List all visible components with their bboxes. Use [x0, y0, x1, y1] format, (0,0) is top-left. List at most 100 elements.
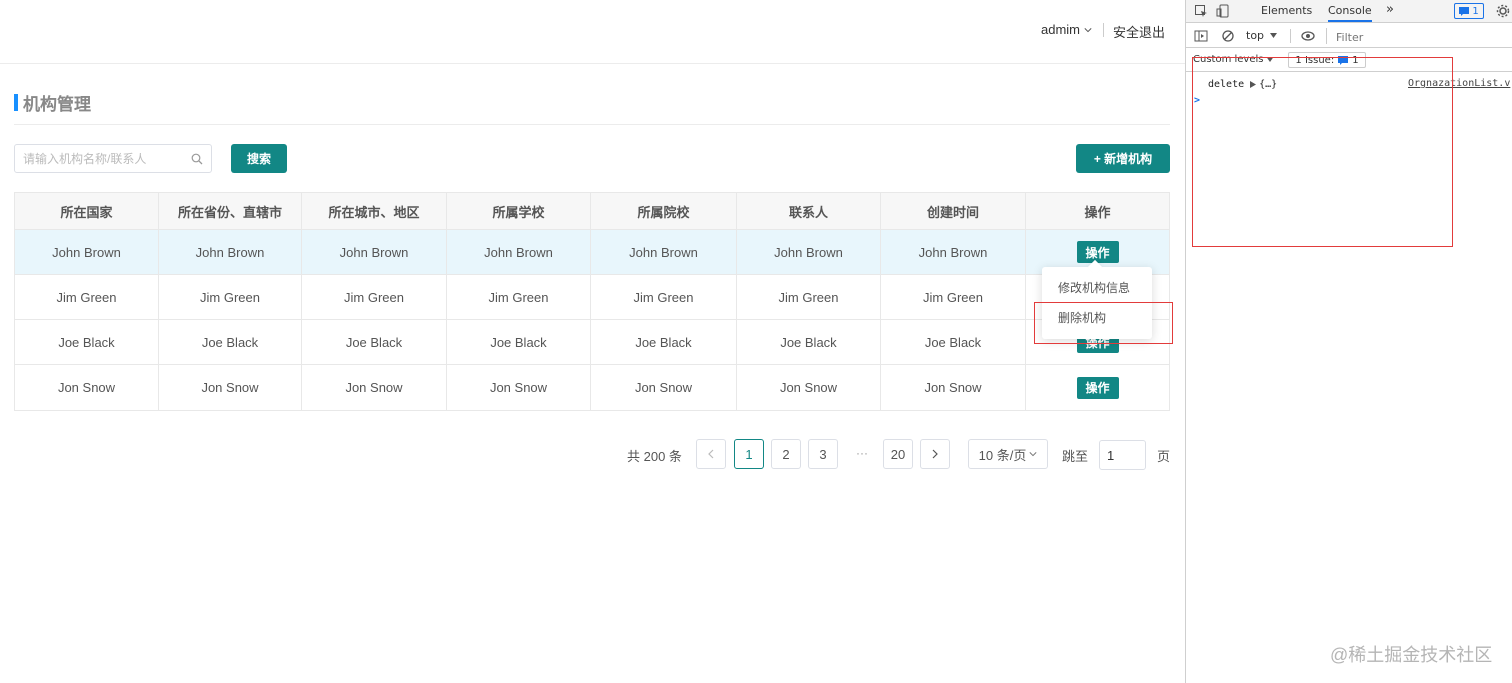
table-cell: Jim Green — [881, 275, 1026, 319]
page-title-text: 机构管理 — [23, 94, 91, 114]
table-cell: Jim Green — [302, 275, 447, 319]
username: admim — [1041, 22, 1081, 37]
chevron-down-icon — [1084, 27, 1092, 32]
table-cell: John Brown — [737, 230, 881, 274]
search-box — [14, 144, 212, 173]
column-header: 所属学校 — [447, 193, 591, 229]
issues-count: 1 — [1352, 54, 1359, 66]
row-action-button[interactable]: 操作 — [1076, 241, 1119, 263]
gear-icon[interactable] — [1496, 4, 1510, 18]
table-cell: Jim Green — [447, 275, 591, 319]
table-row: Jon Snow Jon Snow Jon Snow Jon Snow Jon … — [15, 365, 1169, 410]
eye-icon[interactable] — [1301, 29, 1315, 43]
watermark: @稀土掘金技术社区 — [1330, 645, 1493, 665]
page-button-3[interactable]: 3 — [808, 439, 838, 469]
log-levels-label: Custom levels — [1193, 54, 1264, 65]
column-header: 所在国家 — [15, 193, 159, 229]
page-button-20[interactable]: 20 — [883, 439, 913, 469]
table-cell: John Brown — [447, 230, 591, 274]
column-header: 所在城市、地区 — [302, 193, 447, 229]
log-levels-dropdown[interactable]: Custom levels — [1193, 54, 1274, 65]
more-tabs-icon[interactable]: » — [1386, 2, 1394, 17]
column-header: 操作 — [1084, 204, 1111, 220]
pagination-ellipsis[interactable]: ··· — [856, 446, 868, 460]
chevron-right-icon — [932, 449, 938, 459]
logout-link[interactable]: 安全退出 — [1113, 22, 1165, 41]
table-row: Jim Green Jim Green Jim Green Jim Green … — [15, 275, 1169, 320]
table-cell: Joe Black — [737, 320, 881, 364]
page-suffix: 页 — [1157, 449, 1171, 464]
log-object[interactable]: {…} — [1259, 79, 1277, 90]
row-action-button[interactable]: 操作 — [1076, 376, 1119, 399]
message-icon — [1459, 6, 1470, 16]
chevron-down-icon — [1029, 452, 1037, 457]
clear-console-icon[interactable] — [1221, 29, 1235, 43]
inspect-element-icon[interactable] — [1194, 4, 1208, 18]
tab-console[interactable]: Console — [1328, 4, 1372, 22]
jump-page-input[interactable] — [1099, 440, 1146, 470]
log-text: delete — [1208, 79, 1245, 90]
issues-button[interactable]: 1 Issue: 1 — [1288, 52, 1366, 68]
search-icon[interactable] — [191, 153, 203, 165]
table-cell: Jim Green — [591, 275, 737, 319]
tab-elements[interactable]: Elements — [1261, 4, 1312, 17]
console-levels-bar: Custom levels 1 Issue: 1 — [1186, 49, 1512, 72]
chevron-left-icon — [708, 449, 714, 459]
table-header: 所在国家 所在省份、直辖市 所在城市、地区 所属学校 所属院校 联系人 创建时间… — [15, 193, 1169, 230]
caret-down-icon — [1267, 57, 1274, 62]
search-input[interactable] — [15, 145, 175, 172]
app-area: admim 安全退出 机构管理 搜索 + 新增机构 所在国家 所在省份、直辖市 … — [0, 0, 1185, 683]
next-page-button[interactable] — [920, 439, 950, 469]
devtools-panel: Elements Console » 1 top Custom levels 1… — [1185, 0, 1512, 683]
console-prompt[interactable]: > — [1194, 95, 1200, 106]
caret-down-icon — [1270, 33, 1278, 38]
column-header: 联系人 — [737, 193, 881, 229]
column-header: 所属院校 — [591, 193, 737, 229]
action-cell: 操作 — [1026, 365, 1169, 410]
table-cell: Joe Black — [302, 320, 447, 364]
page-size-select[interactable]: 10 条/页 — [968, 439, 1048, 469]
table-cell: Joe Black — [591, 320, 737, 364]
user-menu[interactable]: admim — [1041, 22, 1092, 37]
table-cell: Joe Black — [447, 320, 591, 364]
pagination-total: 共 200 条 — [627, 449, 682, 464]
log-source-link[interactable]: OrgnazationList.v — [1408, 78, 1512, 89]
context-selector-value: top — [1246, 29, 1265, 42]
expand-triangle-icon[interactable] — [1250, 81, 1257, 88]
table-cell: Jon Snow — [881, 365, 1026, 410]
device-toolbar-icon[interactable] — [1216, 4, 1230, 18]
table-cell: John Brown — [159, 230, 302, 274]
edit-organization-item[interactable]: 修改机构信息 — [1042, 273, 1152, 303]
action-dropdown-menu: 修改机构信息 删除机构 — [1042, 259, 1152, 339]
table-cell: Jim Green — [15, 275, 159, 319]
table-row: John Brown John Brown John Brown John Br… — [15, 230, 1169, 275]
console-filter-input[interactable] — [1336, 29, 1512, 45]
search-button[interactable]: 搜索 — [231, 144, 287, 173]
page-button-1[interactable]: 1 — [734, 439, 764, 469]
header-divider — [1103, 23, 1104, 37]
table-cell: Jon Snow — [159, 365, 302, 410]
page-size-value: 10 条/页 — [978, 447, 1027, 463]
context-selector[interactable]: top — [1246, 29, 1278, 42]
title-divider — [14, 124, 1170, 125]
table-cell: Joe Black — [159, 320, 302, 364]
table-cell: Joe Black — [881, 320, 1026, 364]
console-toolbar: top — [1186, 24, 1512, 48]
table-cell: John Brown — [591, 230, 737, 274]
table-cell: Jim Green — [737, 275, 881, 319]
delete-organization-item[interactable]: 删除机构 — [1042, 303, 1152, 333]
column-header: 创建时间 — [881, 193, 1026, 229]
title-accent-bar — [14, 93, 18, 111]
toolbar-divider — [1290, 29, 1291, 43]
issues-label: 1 Issue: — [1295, 54, 1335, 66]
message-icon — [1338, 55, 1349, 65]
organization-table: 所在国家 所在省份、直辖市 所在城市、地区 所属学校 所属院校 联系人 创建时间… — [14, 192, 1170, 411]
toolbar-divider — [1326, 28, 1327, 44]
page-button-2[interactable]: 2 — [771, 439, 801, 469]
table-cell: Jon Snow — [447, 365, 591, 410]
issues-badge[interactable]: 1 — [1454, 3, 1484, 19]
sidebar-toggle-icon[interactable] — [1194, 29, 1208, 43]
add-organization-button[interactable]: + 新增机构 — [1076, 144, 1170, 173]
prev-page-button[interactable] — [696, 439, 726, 469]
column-header: 所在省份、直辖市 — [159, 193, 302, 229]
